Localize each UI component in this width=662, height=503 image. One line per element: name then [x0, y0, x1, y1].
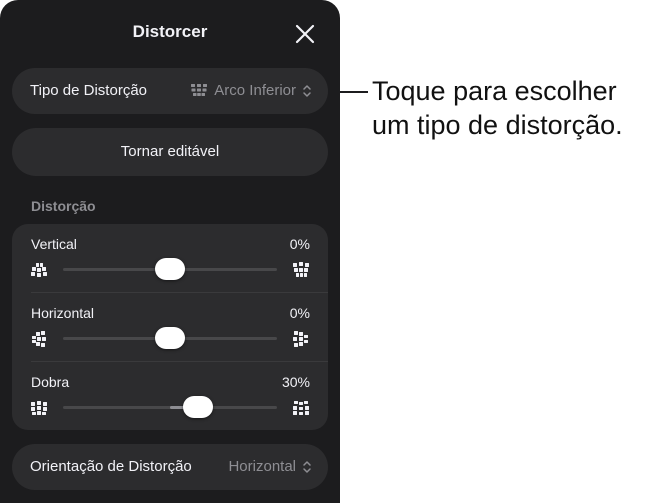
distort-vertical-max-icon [293, 262, 309, 277]
bend-min-icon [31, 401, 47, 415]
distortion-type-label: Tipo de Distorção [30, 82, 147, 99]
slider-value: 0% [289, 236, 310, 252]
callout-line-2: um tipo de distorção. [372, 110, 623, 140]
chevron-up-down-icon [303, 461, 311, 473]
slider-thumb[interactable] [155, 258, 185, 280]
slider-label: Horizontal [31, 305, 95, 321]
slider-thumb[interactable] [182, 396, 213, 418]
callout-text: Toque para escolher um tipo de distorção… [372, 74, 623, 142]
distortion-orientation-selector[interactable]: Orientação de Distorção Horizontal [12, 444, 328, 490]
slider-thumb[interactable] [155, 327, 185, 349]
slider-value: 30% [281, 374, 310, 390]
panel-title: Distorcer [132, 22, 208, 41]
slider-value: 0% [289, 305, 310, 321]
close-button[interactable] [292, 21, 318, 47]
make-editable-button[interactable]: Tornar editável [12, 128, 328, 176]
chevron-up-down-icon [303, 85, 311, 97]
distort-panel: Distorcer Tipo de Distorção Arco Inferio… [0, 0, 340, 503]
bend-max-icon [293, 401, 309, 415]
slider-row-horizontal: Horizontal 0% [12, 293, 328, 361]
distortion-orientation-value-group: Horizontal [228, 444, 312, 490]
slider-track[interactable] [63, 406, 277, 409]
slider-row-bend: Dobra 30% [12, 362, 328, 430]
close-icon [295, 24, 315, 44]
distortion-sliders-card: Vertical 0% Horizontal 0% Dobra 30% [12, 224, 328, 430]
slider-label: Dobra [31, 374, 70, 390]
distortion-type-value: Arco Inferior [214, 82, 296, 99]
callout-line-1: Toque para escolher [372, 76, 617, 106]
distort-horizontal-max-icon [293, 331, 308, 347]
distortion-section-header: Distorção [31, 198, 96, 214]
distort-vertical-min-icon [31, 263, 47, 277]
slider-label: Vertical [31, 236, 77, 252]
callout-leader-line [340, 91, 368, 93]
distortion-orientation-value: Horizontal [228, 458, 296, 475]
distortion-type-value-group: Arco Inferior [190, 68, 312, 114]
distortion-orientation-label: Orientação de Distorção [30, 458, 192, 475]
distort-horizontal-min-icon [32, 331, 46, 347]
arc-bottom-icon [191, 84, 208, 96]
slider-row-vertical: Vertical 0% [12, 224, 328, 292]
distortion-type-selector[interactable]: Tipo de Distorção Arco Inferior [12, 68, 328, 114]
